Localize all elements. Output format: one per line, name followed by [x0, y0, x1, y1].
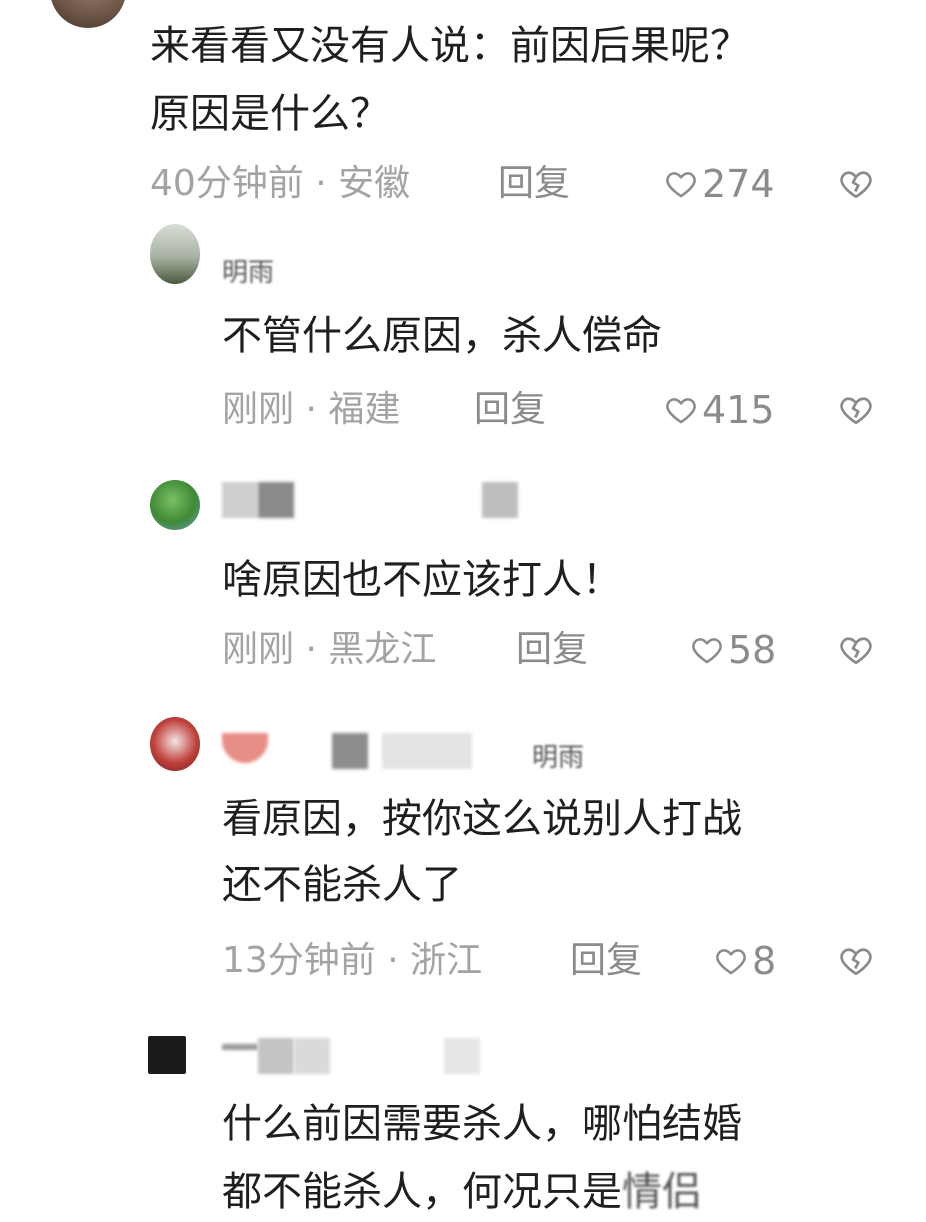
- comment-4: 明雨 看原因，按你这么说别人打战 还不能杀人了 13分钟前 · 浙江 回复 8: [0, 715, 926, 1005]
- timestamp: 40分钟前: [150, 163, 304, 204]
- meta-separator: ·: [294, 629, 329, 670]
- comment-text-line-2: 都不能杀人，何况只是情侣: [222, 1162, 702, 1222]
- broken-heart-icon[interactable]: [838, 632, 874, 668]
- like-count: 8: [752, 939, 777, 983]
- avatar[interactable]: [148, 1036, 186, 1074]
- like-button[interactable]: 415: [664, 386, 775, 434]
- like-count: 274: [702, 162, 775, 206]
- comment-meta: 刚刚 · 黑龙江: [222, 626, 436, 674]
- like-button[interactable]: 274: [664, 160, 775, 208]
- username[interactable]: [222, 482, 522, 518]
- broken-heart-icon[interactable]: [838, 943, 874, 979]
- reply-button[interactable]: 回复: [516, 626, 588, 674]
- reply-button[interactable]: 回复: [570, 937, 642, 985]
- avatar[interactable]: [50, 0, 126, 28]
- redacted-block: [482, 482, 518, 518]
- like-button[interactable]: 58: [690, 626, 776, 674]
- comment-text-line-1: 来看看又没有人说：前因后果呢？: [150, 23, 750, 69]
- meta-separator: ·: [294, 389, 329, 430]
- username[interactable]: 明雨: [222, 252, 274, 289]
- comment-text-line-1: 看原因，按你这么说别人打战: [222, 796, 742, 842]
- redacted-block: [382, 733, 472, 769]
- redacted-block: [222, 1044, 258, 1050]
- heart-outline-icon: [666, 172, 696, 198]
- location: 浙江: [410, 940, 483, 981]
- comment-2: 明雨 不管什么原因，杀人偿命 刚刚 · 福建 回复 415: [0, 222, 926, 452]
- location: 福建: [328, 389, 401, 430]
- comment-text-line-1: 什么前因需要杀人，哪怕结婚: [222, 1101, 742, 1147]
- comment-meta: 刚刚 · 福建: [222, 386, 400, 434]
- username-partial: 明雨: [532, 743, 585, 773]
- meta-separator: ·: [303, 163, 339, 204]
- comment-text-line-1: 不管什么原因，杀人偿命: [222, 313, 662, 359]
- avatar[interactable]: [150, 480, 200, 530]
- heart-outline-icon: [716, 949, 746, 975]
- comment-text-line-2: 还不能杀人了: [222, 862, 462, 908]
- text-tail-partial: 情侣: [622, 1169, 702, 1215]
- like-count: 415: [702, 388, 775, 432]
- comment-1: 来看看又没有人说：前因后果呢？ 原因是什么？ 40分钟前 · 安徽 回复 274: [0, 0, 926, 215]
- comment-text-line-1: 啥原因也不应该打人！: [222, 557, 622, 603]
- heart-outline-icon: [692, 638, 722, 664]
- comment-meta: 13分钟前 · 浙江: [222, 937, 482, 985]
- redacted-block: [444, 1038, 480, 1074]
- location: 黑龙江: [328, 629, 437, 670]
- redacted-block: [258, 482, 294, 518]
- like-count: 58: [728, 628, 777, 672]
- broken-heart-icon[interactable]: [838, 392, 874, 428]
- comment-3: 啥原因也不应该打人！ 刚刚 · 黑龙江 回复 58: [0, 470, 926, 695]
- avatar[interactable]: [150, 224, 200, 284]
- broken-heart-icon[interactable]: [838, 166, 874, 202]
- timestamp: 13分钟前: [222, 940, 376, 981]
- redacted-block: [294, 1038, 330, 1074]
- location: 安徽: [338, 163, 411, 204]
- comment-text-segment: 都不能杀人，何况只是: [222, 1169, 622, 1215]
- redacted-block: [332, 733, 368, 769]
- timestamp: 刚刚: [222, 389, 295, 430]
- avatar[interactable]: [150, 717, 200, 771]
- comment-meta: 40分钟前 · 安徽: [150, 160, 410, 208]
- reply-button[interactable]: 回复: [498, 160, 570, 208]
- timestamp: 刚刚: [222, 629, 295, 670]
- comment-text-line-2: 原因是什么？: [150, 91, 390, 137]
- username[interactable]: [222, 1038, 502, 1074]
- heart-outline-icon: [666, 398, 696, 424]
- reply-button[interactable]: 回复: [474, 386, 546, 434]
- redacted-block: [222, 482, 258, 518]
- comment-5: 什么前因需要杀人，哪怕结婚 都不能杀人，何况只是情侣: [0, 1030, 926, 1221]
- redacted-block: [222, 733, 268, 763]
- redacted-block: [258, 1038, 294, 1074]
- meta-separator: ·: [375, 940, 411, 981]
- like-button[interactable]: 8: [714, 937, 776, 985]
